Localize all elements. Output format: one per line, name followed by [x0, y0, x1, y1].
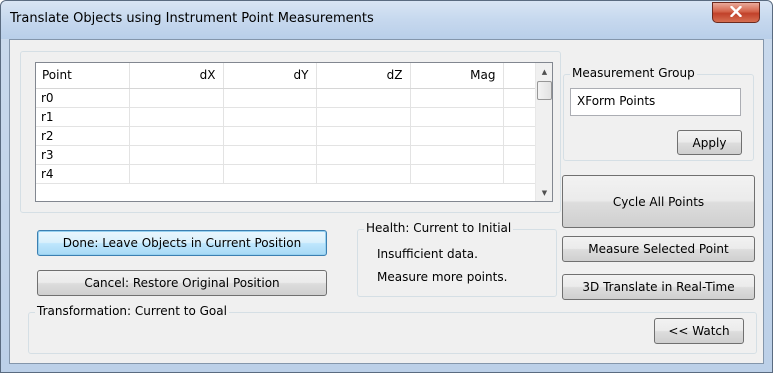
cell-dx[interactable] — [129, 164, 224, 184]
points-table: Point dX dY dZ Mag r0 r1 r2 r3 r4 — [36, 63, 537, 184]
measurement-group-field[interactable]: XForm Points — [570, 88, 741, 116]
window-title: Translate Objects using Instrument Point… — [10, 11, 374, 26]
cell-dz[interactable] — [316, 145, 411, 165]
cell-point[interactable]: r4 — [36, 164, 130, 184]
cell-dx[interactable] — [129, 107, 224, 127]
cell-dy[interactable] — [223, 164, 317, 184]
cell-dy[interactable] — [223, 145, 317, 165]
measure-selected-point-button[interactable]: Measure Selected Point — [562, 236, 755, 262]
table-row[interactable]: r4 — [36, 164, 537, 184]
table-row[interactable]: r0 — [36, 88, 537, 108]
grid-header-row: Point dX dY dZ Mag — [36, 63, 537, 89]
cell-mag[interactable] — [410, 145, 504, 165]
triangle-up-icon: ▲ — [541, 67, 548, 76]
cell-dx[interactable] — [129, 126, 224, 146]
cell-dx[interactable] — [129, 145, 224, 165]
table-row[interactable]: r2 — [36, 126, 537, 146]
cell-point[interactable]: r1 — [36, 107, 130, 127]
transformation-group-box: Transformation: Current to Goal — [28, 304, 757, 354]
health-status-line2: Measure more points. — [377, 270, 508, 284]
title-bar[interactable]: Translate Objects using Instrument Point… — [1, 1, 772, 39]
cell-mag[interactable] — [410, 107, 504, 127]
col-header-filler — [503, 63, 537, 89]
transformation-label: Transformation: Current to Goal — [35, 304, 229, 318]
cell-mag[interactable] — [410, 164, 504, 184]
translate-realtime-button[interactable]: 3D Translate in Real-Time — [562, 274, 755, 300]
cycle-all-points-button[interactable]: Cycle All Points — [562, 175, 755, 228]
done-leave-objects-button[interactable]: Done: Leave Objects in Current Position — [37, 230, 327, 256]
col-header-dx[interactable]: dX — [129, 63, 224, 89]
scroll-up-arrow[interactable]: ▲ — [536, 63, 552, 80]
table-row[interactable]: r3 — [36, 145, 537, 165]
grid-vertical-scrollbar[interactable]: ▲ ▼ — [535, 63, 552, 201]
cancel-restore-button[interactable]: Cancel: Restore Original Position — [37, 270, 327, 296]
health-group-box: Health: Current to Initial — [357, 221, 557, 297]
dialog-window: Translate Objects using Instrument Point… — [0, 0, 773, 373]
close-button[interactable] — [712, 2, 760, 23]
triangle-down-icon: ▼ — [541, 188, 548, 197]
cell-filler — [503, 145, 537, 165]
col-header-dz[interactable]: dZ — [316, 63, 411, 89]
table-row[interactable]: r1 — [36, 107, 537, 127]
cell-point[interactable]: r3 — [36, 145, 130, 165]
health-label: Health: Current to Initial — [364, 221, 514, 235]
cell-dy[interactable] — [223, 107, 317, 127]
cell-dz[interactable] — [316, 164, 411, 184]
cell-point[interactable]: r0 — [36, 88, 130, 108]
cell-dz[interactable] — [316, 107, 411, 127]
measurement-group-label: Measurement Group — [570, 66, 697, 80]
close-icon — [730, 5, 742, 20]
cell-dy[interactable] — [223, 88, 317, 108]
col-header-dy[interactable]: dY — [223, 63, 317, 89]
cell-filler — [503, 107, 537, 127]
scroll-thumb[interactable] — [537, 81, 552, 100]
cell-dx[interactable] — [129, 88, 224, 108]
cell-filler — [503, 126, 537, 146]
watch-button[interactable]: << Watch — [654, 318, 744, 344]
cell-dy[interactable] — [223, 126, 317, 146]
scroll-down-arrow[interactable]: ▼ — [536, 184, 552, 201]
col-header-mag[interactable]: Mag — [410, 63, 504, 89]
health-status-line1: Insufficient data. — [377, 247, 478, 261]
cell-dz[interactable] — [316, 126, 411, 146]
col-header-point[interactable]: Point — [36, 63, 130, 89]
cell-mag[interactable] — [410, 126, 504, 146]
dialog-client-area: Point dX dY dZ Mag r0 r1 r2 r3 r4 ▲ ▼ Me… — [9, 39, 764, 364]
cell-dz[interactable] — [316, 88, 411, 108]
cell-point[interactable]: r2 — [36, 126, 130, 146]
points-grid[interactable]: Point dX dY dZ Mag r0 r1 r2 r3 r4 ▲ ▼ — [35, 62, 553, 202]
apply-button[interactable]: Apply — [677, 130, 742, 155]
cell-filler — [503, 88, 537, 108]
cell-mag[interactable] — [410, 88, 504, 108]
cell-filler — [503, 164, 537, 184]
